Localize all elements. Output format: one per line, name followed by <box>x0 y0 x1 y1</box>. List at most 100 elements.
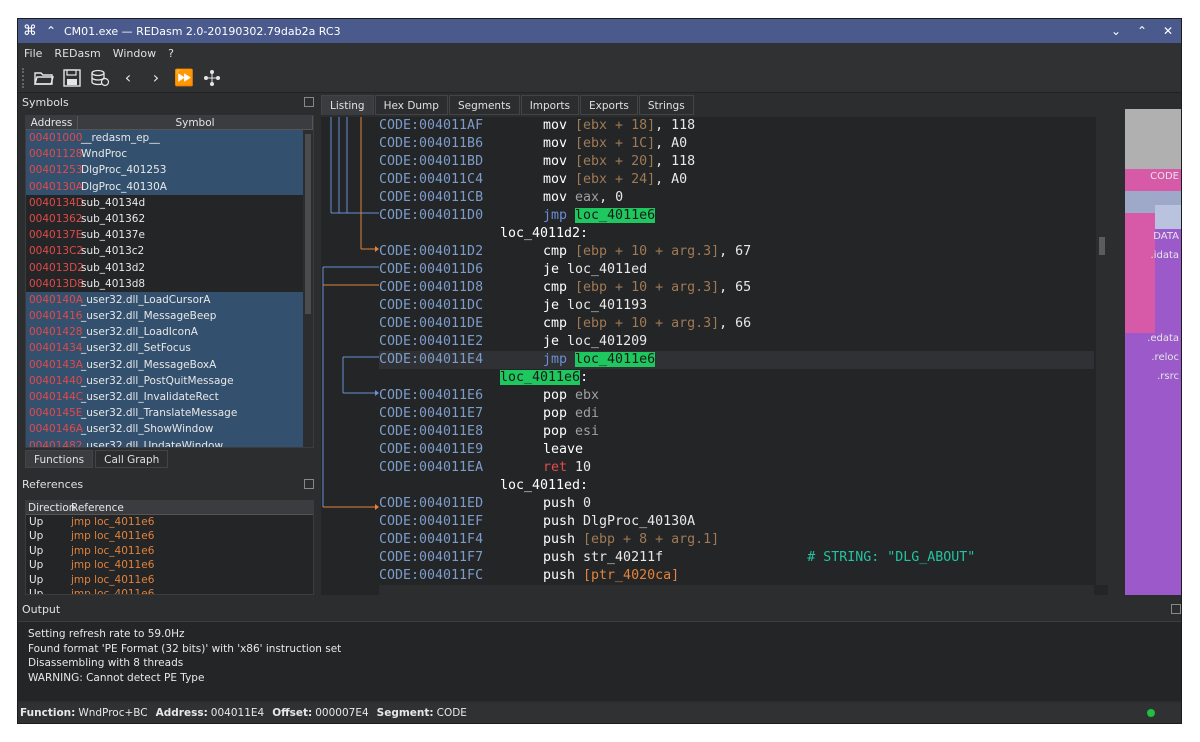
chevron-up-icon[interactable]: ⌃ <box>42 24 60 38</box>
symbol-row[interactable]: 004013C2 sub_4013c2 <box>26 243 313 259</box>
listing-line[interactable]: CODE:004011F7 push str_40211f # STRING: "… <box>379 549 975 567</box>
listing-line[interactable]: CODE:004011E7 pop edi <box>379 405 599 423</box>
listing-line[interactable]: CODE:004011E9 leave <box>379 441 583 459</box>
disassembly-code[interactable]: CODE:004011AF mov [ebx + 18], 118 CODE:004… <box>379 117 1094 595</box>
listing-line[interactable]: CODE:004011E8 pop esi <box>379 423 599 441</box>
save-icon[interactable] <box>58 65 86 91</box>
listing-line[interactable]: CODE:004011D2 cmp [ebp + 10 + arg.3], 67 <box>379 243 751 261</box>
symbol-row[interactable]: 0040145E _user32.dll_TranslateMessage <box>26 405 313 422</box>
listing-line[interactable]: CODE:004011D6 je loc_4011ed <box>379 261 647 279</box>
back-icon[interactable]: ‹ <box>114 65 142 91</box>
symbol-row[interactable]: 00401440 _user32.dll_PostQuitMessage <box>26 372 313 389</box>
listing-line[interactable]: CODE:004011E6 pop ebx <box>379 387 599 405</box>
symbol-row[interactable]: 00401428 _user32.dll_LoadIconA <box>26 324 313 341</box>
symbol-row[interactable]: 00401416 _user32.dll_MessageBeep <box>26 308 313 325</box>
symbol-row[interactable]: 00401482 _user32.dll_UpdateWindow <box>26 437 313 447</box>
code-label[interactable]: loc_4011e6 <box>500 370 581 385</box>
menu-redasm[interactable]: REDasm <box>54 47 100 60</box>
column-reference[interactable]: Reference <box>71 501 313 514</box>
float-dock-icon[interactable] <box>304 97 314 107</box>
column-address[interactable]: Address <box>26 116 78 129</box>
symbol-row[interactable]: 0040146A _user32.dll_ShowWindow <box>26 421 313 438</box>
tab-segments[interactable]: Segments <box>448 95 520 115</box>
reference-row[interactable]: Up jmp loc_4011e6 <box>26 529 313 543</box>
symbol-row[interactable]: 0040137E sub_40137e <box>26 227 313 243</box>
reference-row[interactable]: Up jmp loc_4011e6 <box>26 587 313 594</box>
tab-exports[interactable]: Exports <box>580 95 638 115</box>
symbol-row[interactable]: 0040143A _user32.dll_MessageBoxA <box>26 356 313 373</box>
listing-line[interactable]: CODE:004011FC push [ptr_4020ca] <box>379 567 679 585</box>
tab-call-graph[interactable]: Call Graph <box>95 450 169 468</box>
tab-strings[interactable]: Strings <box>638 95 694 115</box>
close-button[interactable]: ✕ <box>1155 24 1181 38</box>
token-hl[interactable]: loc_4011e6 <box>575 208 656 223</box>
maximize-button[interactable]: ⌃ <box>1129 24 1155 38</box>
listing-view[interactable]: CODE:004011AF mov [ebx + 18], 118 CODE:004… <box>321 117 1108 595</box>
symbol-row[interactable]: 0040130A DlgProc_40130A <box>26 178 313 195</box>
listing-line[interactable]: CODE:004011EA ret 10 <box>379 459 591 477</box>
listing-line[interactable]: CODE:004011F4 push [ebp + 8 + arg.1] <box>379 531 719 549</box>
listing-line[interactable]: CODE:004011C4 mov [ebx + 24], A0 <box>379 171 687 189</box>
symbols-scrollbar[interactable] <box>303 130 313 447</box>
symbol-row[interactable]: 0040134D sub_40134d <box>26 195 313 211</box>
listing-hscroll[interactable] <box>379 585 1094 595</box>
symbol-row[interactable]: 0040144C _user32.dll_InvalidateRect <box>26 389 313 406</box>
tab-imports[interactable]: Imports <box>520 95 580 115</box>
listing-line[interactable]: CODE:004011CB mov eax, 0 <box>379 189 623 207</box>
column-symbol[interactable]: Symbol <box>78 116 313 129</box>
instruction: push DlgProc_40130A <box>543 513 695 531</box>
listing-label-line[interactable]: loc_4011ed: <box>379 477 588 495</box>
reference-row[interactable]: Up jmp loc_4011e6 <box>26 515 313 529</box>
float-dock-icon[interactable] <box>1171 604 1181 614</box>
tab-listing[interactable]: Listing <box>321 95 374 115</box>
tab-functions[interactable]: Functions <box>25 450 94 468</box>
listing-line[interactable]: CODE:004011ED push 0 <box>379 495 591 513</box>
reference-row[interactable]: Up jmp loc_4011e6 <box>26 573 313 587</box>
listing-line[interactable]: CODE:004011E4 jmp loc_4011e6 <box>379 351 1094 369</box>
minimize-button[interactable]: ⌄ <box>1103 24 1129 38</box>
listing-line[interactable]: CODE:004011AF mov [ebx + 18], 118 <box>379 117 695 135</box>
token-hl[interactable]: loc_4011e6 <box>575 352 656 367</box>
listing-line[interactable]: CODE:004011DC je loc_401193 <box>379 297 647 315</box>
tab-hex-dump[interactable]: Hex Dump <box>374 95 448 115</box>
code-label[interactable]: loc_4011d2: <box>500 226 588 241</box>
reference-target: jmp loc_4011e6 <box>71 530 155 543</box>
listing-line[interactable]: CODE:004011B6 mov [ebx + 1C], A0 <box>379 135 687 153</box>
symbol-row[interactable]: 004013D8 sub_4013d8 <box>26 276 313 292</box>
listing-line[interactable]: CODE:004011D8 cmp [ebp + 10 + arg.3], 65 <box>379 279 751 297</box>
listing-label-line[interactable]: loc_4011d2: <box>379 225 588 243</box>
symbol-row[interactable]: 0040140A _user32.dll_LoadCursorA <box>26 291 313 309</box>
menu-help[interactable]: ? <box>168 47 174 60</box>
symbol-row[interactable]: 00401128 WndProc <box>26 146 313 163</box>
column-direction[interactable]: Direction <box>26 501 75 514</box>
listing-line[interactable]: CODE:004011E2 je loc_401209 <box>379 333 647 351</box>
token-mn: push <box>543 568 584 583</box>
listing-line[interactable]: CODE:004011EF push DlgProc_40130A <box>379 513 695 531</box>
symbol-row[interactable]: 004013D2 sub_4013d2 <box>26 260 313 276</box>
code-address: CODE:004011DE <box>379 316 484 331</box>
output-log[interactable]: Setting refresh rate to 59.0Hz Found for… <box>18 621 1181 701</box>
graph-icon[interactable] <box>198 65 226 91</box>
goto-icon[interactable]: ⏩ <box>170 65 198 91</box>
code-label[interactable]: loc_4011ed: <box>500 478 588 493</box>
reference-row[interactable]: Up jmp loc_4011e6 <box>26 544 313 558</box>
listing-line[interactable]: CODE:004011D0 jmp loc_4011e6 <box>379 207 656 225</box>
database-icon[interactable] <box>86 65 114 91</box>
symbol-row[interactable]: 00401000 __redasm_ep__ <box>26 130 313 147</box>
symbol-row[interactable]: 00401434 _user32.dll_SetFocus <box>26 340 313 357</box>
float-dock-icon[interactable] <box>304 479 314 489</box>
listing-line[interactable]: CODE:004011DE cmp [ebp + 10 + arg.3], 66 <box>379 315 751 333</box>
toolbar-grip[interactable] <box>22 67 26 88</box>
segment-minimap[interactable]: CODE DATA .idata .edata .reloc .rsrc <box>1125 109 1181 595</box>
listing-line[interactable]: CODE:004011BD mov [ebx + 20], 118 <box>379 153 695 171</box>
open-folder-icon[interactable] <box>30 65 58 91</box>
listing-vscroll[interactable] <box>1096 117 1108 585</box>
menu-window[interactable]: Window <box>113 47 156 60</box>
reference-row[interactable]: Up jmp loc_4011e6 <box>26 558 313 572</box>
symbol-address: 00401416 <box>29 310 83 323</box>
forward-icon[interactable]: › <box>142 65 170 91</box>
listing-label-line[interactable]: loc_4011e6: <box>379 369 588 387</box>
symbol-row[interactable]: 00401362 sub_401362 <box>26 211 313 227</box>
symbol-row[interactable]: 00401253 DlgProc_401253 <box>26 162 313 179</box>
menu-file[interactable]: File <box>24 47 42 60</box>
